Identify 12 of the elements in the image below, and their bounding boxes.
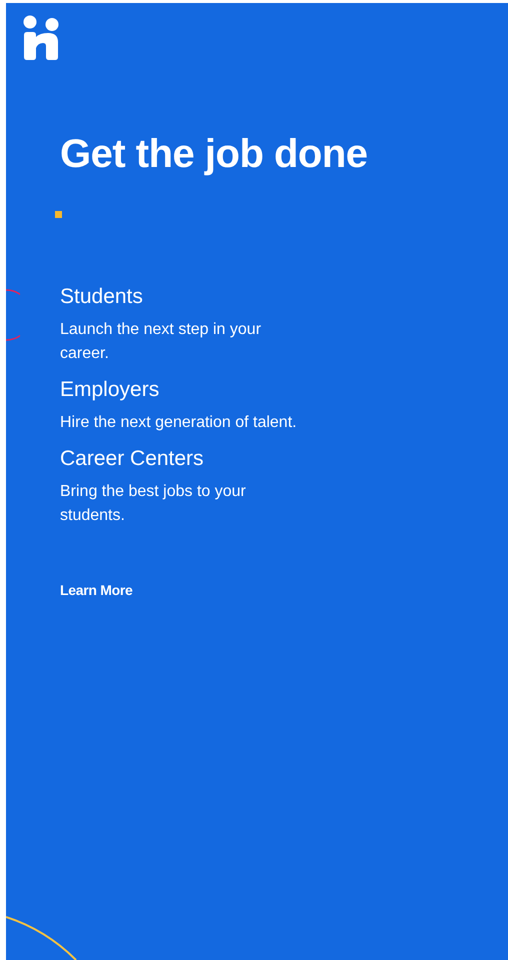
audience-description: Bring the best jobs to your students. [60,482,247,526]
arc-decoration [6,289,20,341]
accent-square [55,211,62,218]
audience-description: Launch the next step in your career. [60,320,262,364]
audience-title: Students [60,284,144,310]
logo-icon [22,15,60,60]
audience-title: Career Centers [60,446,205,472]
audience-description: Hire the next generation of talent. [60,413,298,433]
headline: Get the job done [60,131,369,178]
learn-more-link[interactable]: Learn More [60,582,132,598]
audience-title: Employers [60,377,160,403]
arc-decoration [6,915,78,960]
